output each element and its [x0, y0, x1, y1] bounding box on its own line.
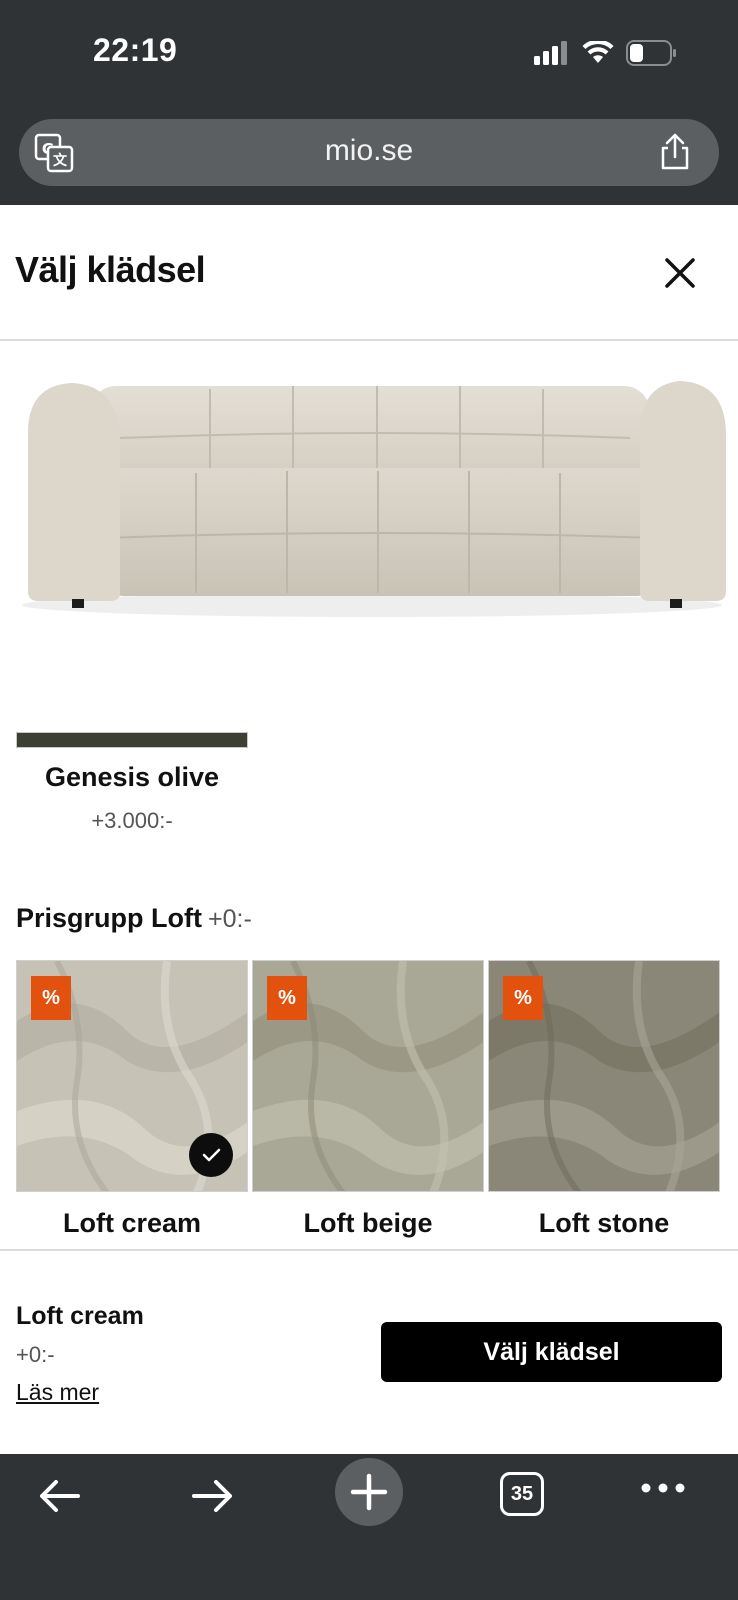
swatch-grid: % Loft cream % Loft beige % Loft stone: [16, 960, 722, 1239]
swatch-name: Loft cream: [62, 1208, 202, 1238]
swatch-image[interactable]: %: [16, 960, 248, 1192]
more-options-icon[interactable]: [640, 1480, 686, 1496]
back-arrow-icon[interactable]: [36, 1476, 82, 1516]
status-icons: [534, 40, 678, 66]
sofa-illustration: [22, 381, 726, 617]
cellular-signal-icon: [534, 41, 567, 65]
selected-check-badge: [189, 1133, 233, 1177]
swatch-loft-cream[interactable]: % Loft cream: [16, 960, 248, 1239]
price-group-price: +0:-: [208, 905, 252, 933]
modal-title: Välj klädsel: [15, 249, 206, 290]
forward-arrow-icon[interactable]: [190, 1476, 236, 1516]
status-time: 22:19: [93, 32, 178, 68]
footer-selected-name: Loft cream: [16, 1302, 144, 1330]
share-icon[interactable]: [658, 133, 692, 171]
swatch-loft-beige[interactable]: % Loft beige: [252, 960, 484, 1239]
read-more-link[interactable]: Läs mer: [16, 1379, 99, 1406]
wifi-icon: [582, 41, 614, 63]
swatch-name: Loft stone: [538, 1208, 670, 1238]
swatch-image[interactable]: %: [488, 960, 720, 1192]
genesis-olive-swatch[interactable]: [16, 732, 248, 748]
sale-badge: %: [31, 976, 71, 1020]
browser-top-chrome: 22:19 G 文 mio.se: [0, 0, 738, 205]
browser-bottom-toolbar: 35: [0, 1454, 738, 1600]
swatch-loft-stone[interactable]: % Loft stone: [488, 960, 720, 1239]
modal-header: Välj klädsel: [0, 205, 738, 341]
plus-icon: [350, 1473, 388, 1511]
footer-selected-price: +0:-: [16, 1342, 55, 1367]
selected-option-name: Genesis olive: [44, 762, 220, 792]
product-image: [0, 343, 738, 673]
price-group-title: Prisgrupp Loft: [16, 903, 202, 933]
address-bar[interactable]: G 文 mio.se: [19, 119, 719, 186]
swatch-image[interactable]: %: [252, 960, 484, 1192]
selected-option-price: +3.000:-: [91, 808, 173, 833]
new-tab-button[interactable]: [335, 1458, 403, 1526]
close-icon[interactable]: [660, 253, 700, 293]
choose-upholstery-button[interactable]: Välj klädsel: [381, 1322, 722, 1382]
battery-icon: [626, 40, 676, 66]
tab-count-button[interactable]: 35: [500, 1472, 544, 1516]
checkmark-icon: [202, 1148, 221, 1162]
sale-badge: %: [267, 976, 307, 1020]
url-text[interactable]: mio.se: [19, 134, 719, 168]
swatch-name: Loft beige: [303, 1208, 433, 1238]
sale-badge: %: [503, 976, 543, 1020]
